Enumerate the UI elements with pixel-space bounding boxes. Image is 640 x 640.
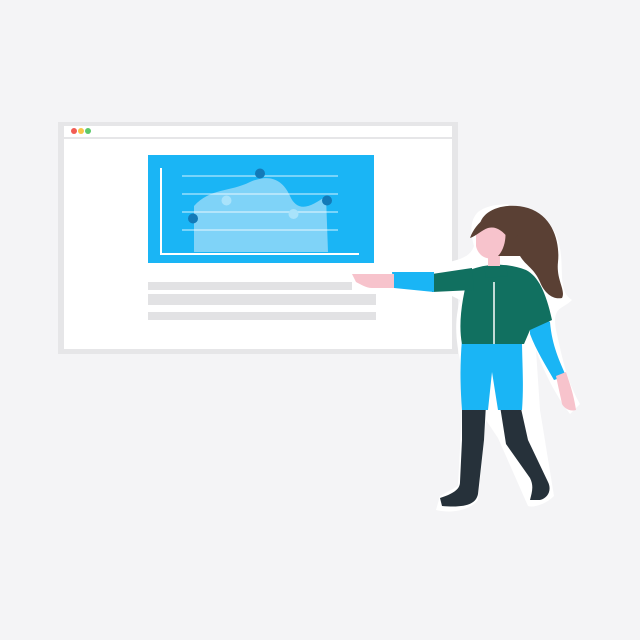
- browser-window: [58, 122, 458, 354]
- browser-title-bar: [64, 126, 452, 137]
- window-close-dot: [71, 128, 77, 134]
- text-placeholder-line: [148, 312, 376, 320]
- collar: [484, 266, 508, 278]
- text-placeholder-line: [148, 282, 376, 290]
- chart-point: [188, 213, 198, 224]
- illustration-canvas: [0, 0, 640, 640]
- window-minimize-dot: [78, 128, 84, 134]
- chart-point: [288, 209, 299, 219]
- window-maximize-dot: [85, 128, 91, 134]
- chart-point: [221, 195, 232, 206]
- text-placeholder-line: [148, 294, 376, 305]
- chart-point: [322, 195, 332, 206]
- chart-card: [145, 152, 377, 266]
- text-placeholder-lines: [148, 282, 376, 320]
- chart-point: [255, 168, 265, 179]
